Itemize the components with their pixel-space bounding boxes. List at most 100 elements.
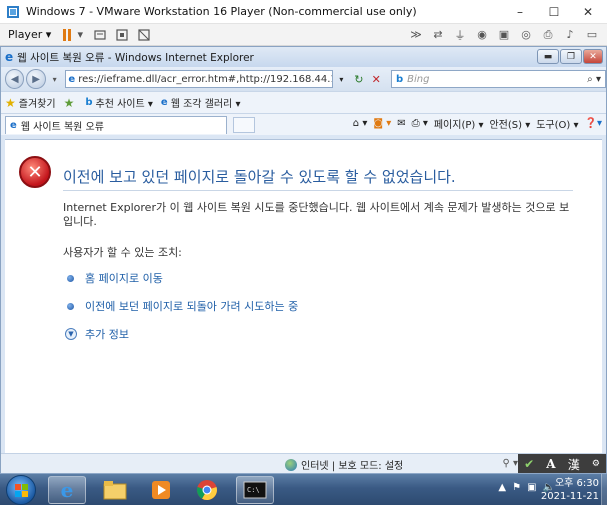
windows-logo-icon [15, 484, 28, 497]
favorites-star-icon: ★ [5, 95, 16, 110]
taskbar-explorer-button[interactable] [96, 476, 134, 504]
pause-dropdown-icon[interactable]: ▾ [73, 28, 87, 42]
page-menu-button[interactable]: 페이지(P) ▾ [434, 116, 484, 131]
security-zone[interactable]: 인터넷 | 보호 모드: 설정 [285, 457, 403, 472]
suggested-sites-link[interactable]: b 추천 사이트 ▾ [85, 95, 153, 110]
command-bar: e 웹 사이트 복원 오류 ⌂ ▾ ◙ ▾ ✉ ⎙ ▾ 페이지(P) ▾ 안전(… [1, 113, 606, 135]
clock-date: 2021-11-21 [540, 491, 599, 502]
address-dropdown-icon[interactable]: ▾ [333, 70, 350, 88]
help-icon[interactable]: ❓▾ [585, 118, 602, 129]
vm-maximize-button[interactable]: ☐ [538, 0, 570, 24]
tools-menu-button[interactable]: 도구(O) ▾ [536, 116, 578, 131]
refresh-icon[interactable]: ↻ [350, 70, 367, 88]
tab-title: 웹 사이트 복원 오류 [20, 121, 104, 133]
feeds-icon[interactable]: ◙ ▾ [373, 118, 391, 129]
web-slice-gallery-link[interactable]: e 웹 조각 갤러리 ▾ [161, 95, 241, 110]
vm-minimize-button[interactable]: – [504, 0, 536, 24]
printer-icon[interactable]: ⎙ [541, 28, 555, 42]
print-icon[interactable]: ⎙ ▾ [412, 118, 428, 129]
read-mail-icon[interactable]: ✉ [397, 118, 405, 129]
pause-icon[interactable] [63, 28, 72, 41]
bullet-icon [67, 274, 74, 282]
ime-check-icon: ✔ [524, 457, 535, 471]
taskbar-chrome-button[interactable] [188, 476, 226, 504]
ime-toolbar: ✔ A 漢 ⚙ [518, 454, 606, 474]
search-placeholder: Bing [407, 73, 430, 85]
network-adapter-icon[interactable]: ⇄ [431, 28, 445, 42]
back-button[interactable]: ◀ [5, 69, 25, 89]
sound-card-icon[interactable]: ♪ [563, 28, 577, 42]
cd-drive-icon[interactable]: ◎ [519, 28, 533, 42]
home-icon[interactable]: ⌂ ▾ [353, 118, 368, 129]
taskbar: e C:\ ▲ ⚑ ▣ 🔈 오후 6:30 2021-11-21 [0, 473, 607, 506]
go-home-link[interactable]: 홈 페이지로 이동 [67, 270, 163, 286]
go-back-link[interactable]: 이전에 보던 페이지로 되돌아 가려 시도하는 중 [67, 298, 298, 314]
fullscreen-icon[interactable] [137, 28, 151, 42]
favorites-bar: ★ 즐겨찾기 ★ b 추천 사이트 ▾ e 웹 조각 갤러리 ▾ [1, 91, 606, 113]
web-slice-icon: e [160, 97, 168, 108]
page-icon: e [68, 73, 76, 85]
favorites-label: 즐겨찾기 [18, 99, 56, 110]
display-icon[interactable]: ▭ [585, 28, 599, 42]
clock-time: 오후 6:30 [554, 478, 599, 489]
svg-text:C:\: C:\ [247, 486, 260, 494]
vmware-titlebar: Windows 7 - VMware Workstation 16 Player… [0, 0, 607, 24]
send-ctrl-alt-del-icon[interactable] [93, 28, 107, 42]
actions-label: 사용자가 할 수 있는 조치: [63, 246, 182, 259]
bullet-icon [67, 302, 74, 310]
ie-tab-active[interactable]: e 웹 사이트 복원 오류 [5, 115, 227, 134]
new-tab-button[interactable] [233, 116, 255, 133]
folder-icon [103, 481, 127, 500]
taskbar-clock[interactable]: 오후 6:30 2021-11-21 [541, 477, 599, 503]
ie-status-bar: 인터넷 | 보호 모드: 설정 ⚲ ▾ ✔ A 漢 ⚙ [1, 453, 606, 474]
chrome-icon [197, 480, 217, 501]
ie-minimize-button[interactable]: ▬ [537, 49, 559, 64]
safety-menu-button[interactable]: 안전(S) ▾ [489, 116, 530, 131]
forward-button[interactable]: ▶ [26, 69, 46, 89]
address-text: res://ieframe.dll/acr_error.htm#,http://… [78, 73, 331, 85]
stop-icon[interactable]: ✕ [368, 70, 385, 88]
ie-address-bar-row: ◀ ▶ ▾ e res://ieframe.dll/acr_error.htm#… [1, 67, 606, 91]
heading-divider [63, 190, 573, 191]
action-center-flag-icon[interactable]: ⚑ [512, 482, 521, 493]
ime-mode-indicator[interactable]: A [546, 457, 555, 471]
ie-maximize-button[interactable]: ❐ [560, 49, 582, 64]
skip-icon[interactable]: ≫ [409, 28, 423, 42]
more-info-label: 추가 정보 [85, 328, 129, 341]
player-menu-button[interactable]: Player ▾ [8, 28, 51, 41]
command-buttons: ⌂ ▾ ◙ ▾ ✉ ⎙ ▾ 페이지(P) ▾ 안전(S) ▾ 도구(O) ▾ ❓… [353, 116, 602, 131]
ie-close-button[interactable]: ✕ [583, 49, 603, 64]
ime-hanja-indicator[interactable]: 漢 [568, 456, 580, 473]
vm-close-button[interactable]: ✕ [572, 0, 604, 24]
address-input[interactable]: e res://ieframe.dll/acr_error.htm#,http:… [65, 70, 333, 88]
ie-window: e 웹 사이트 복원 오류 - Windows Internet Explore… [0, 46, 607, 474]
taskbar-cmd-button[interactable]: C:\ [236, 476, 274, 504]
show-desktop-button[interactable] [601, 474, 607, 506]
security-zone-label: 인터넷 | 보호 모드: 설정 [301, 461, 404, 472]
hard-disk-icon[interactable]: ◉ [475, 28, 489, 42]
add-to-favorites-button[interactable]: ★ [64, 96, 78, 110]
start-button[interactable] [6, 475, 36, 505]
history-dropdown-icon[interactable]: ▾ [48, 72, 62, 86]
ime-settings-icon[interactable]: ⚙ [592, 459, 600, 469]
chevron-down-icon: ▼ [65, 328, 77, 340]
favorites-button[interactable]: ★ 즐겨찾기 [5, 95, 56, 111]
usb-device-icon[interactable]: ⏚ [453, 28, 467, 42]
floppy-disk-icon[interactable]: ▣ [497, 28, 511, 42]
search-input[interactable]: b Bing ⌕ ▾ [390, 70, 606, 88]
taskbar-media-player-button[interactable] [142, 476, 180, 504]
ie-titlebar: e 웹 사이트 복원 오류 - Windows Internet Explore… [1, 47, 606, 67]
internet-explorer-icon: e [60, 478, 74, 502]
tray-expand-icon[interactable]: ▲ [498, 482, 506, 493]
more-info-toggle[interactable]: ▼ 추가 정보 [65, 326, 129, 342]
page-content: ✕ 이전에 보고 있던 페이지로 돌아갈 수 있도록 할 수 없었습니다. In… [5, 139, 602, 453]
go-home-label: 홈 페이지로 이동 [85, 272, 163, 285]
go-back-label: 이전에 보던 페이지로 되돌아 가려 시도하는 중 [85, 300, 299, 313]
zoom-icon[interactable]: ⚲ ▾ [502, 458, 518, 469]
network-icon[interactable]: ▣ [527, 482, 536, 493]
web-slice-gallery-label: 웹 조각 갤러리 ▾ [170, 99, 241, 110]
search-icon[interactable]: ⌕ ▾ [587, 74, 601, 85]
taskbar-ie-button[interactable]: e [48, 476, 86, 504]
unity-mode-icon[interactable] [115, 28, 129, 42]
bing-logo-icon: b [395, 73, 404, 85]
